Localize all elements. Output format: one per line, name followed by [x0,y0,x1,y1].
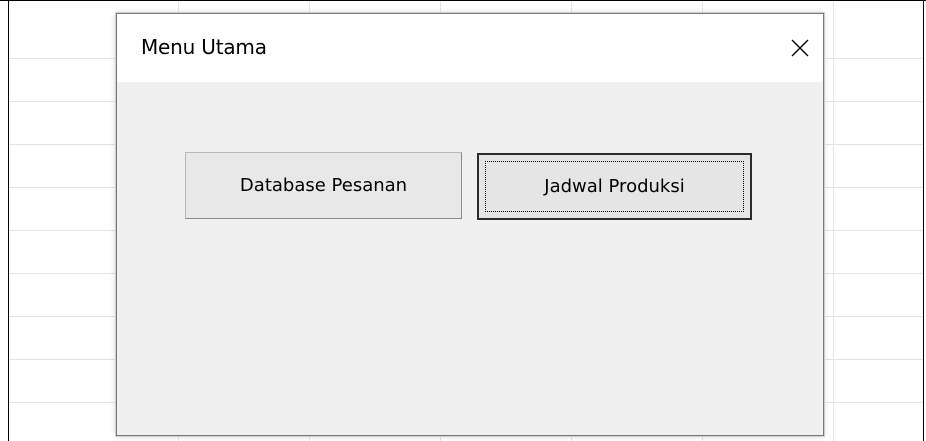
database-pesanan-button[interactable]: Database Pesanan [185,152,462,219]
frame-left-border [8,0,9,441]
dialog-titlebar[interactable]: Menu Utama [117,14,823,82]
close-button[interactable] [777,14,823,82]
database-pesanan-label: Database Pesanan [239,175,408,196]
jadwal-produksi-button[interactable]: Jadwal Produksi [477,153,752,220]
jadwal-produksi-label: Jadwal Produksi [544,176,685,197]
dialog-content: Database Pesanan Jadwal Produksi [117,82,823,437]
frame-right-border [923,0,924,441]
dialog-title: Menu Utama [141,35,267,59]
menu-utama-dialog: Menu Utama Database Pesanan Jadwal Produ… [116,13,824,436]
close-icon [791,39,809,57]
grid-line [833,0,834,441]
frame-top-border [0,0,926,1]
